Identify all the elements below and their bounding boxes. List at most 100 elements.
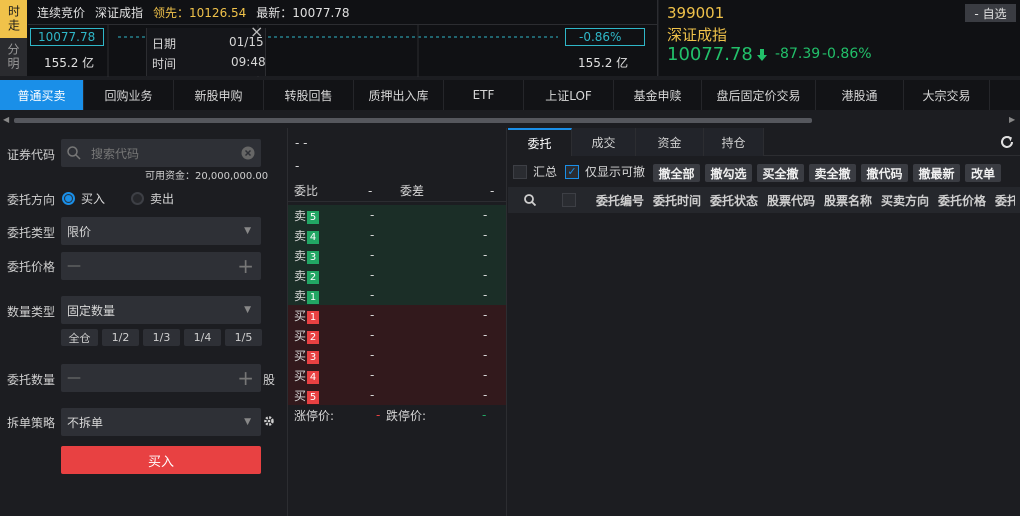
summary-checkbox[interactable] — [513, 164, 527, 179]
nav-block-trade[interactable]: 大宗交易 — [904, 80, 990, 110]
intraday-chart[interactable] — [28, 24, 658, 77]
modify-order-button[interactable]: 改单 — [965, 164, 1001, 182]
code-search-input[interactable]: 搜索代码 — [61, 139, 261, 167]
minus-icon[interactable]: — — [67, 370, 81, 386]
cancel-all-button[interactable]: 撤全部 — [653, 164, 700, 182]
ask-row[interactable]: 卖4-- — [288, 225, 506, 245]
radio-buy[interactable] — [62, 192, 75, 205]
qty-stepper[interactable]: — + — [61, 364, 261, 392]
fraction-fifth[interactable]: 1/5 — [225, 329, 262, 346]
col-order-status[interactable]: 委托状态 — [710, 192, 767, 209]
orders-tabs: 委托 成交 资金 持仓 — [508, 128, 764, 156]
level-volume: - — [483, 328, 488, 342]
level-badge: 5 — [307, 390, 320, 404]
direction-sell[interactable]: 卖出 — [131, 190, 174, 207]
minus-icon[interactable]: — — [67, 258, 81, 274]
price-change-pct: -0.86% — [822, 46, 872, 62]
cancel-code-button[interactable]: 撤代码 — [861, 164, 908, 182]
nav-etf[interactable]: ETF — [444, 80, 524, 110]
fraction-quarter[interactable]: 1/4 — [184, 329, 221, 346]
close-icon[interactable]: × — [250, 22, 263, 41]
select-all-checkbox[interactable] — [562, 193, 576, 207]
col-order-more[interactable]: 委托 — [995, 192, 1015, 209]
nav-ipo[interactable]: 新股申购 — [174, 80, 264, 110]
plus-icon[interactable]: + — [237, 366, 254, 390]
diff-value: - — [490, 183, 495, 198]
plus-icon[interactable]: + — [237, 254, 254, 278]
ask-row[interactable]: 卖3-- — [288, 245, 506, 265]
nav-after-hours[interactable]: 盘后固定价交易 — [702, 80, 816, 110]
tab-minute-detail[interactable]: 分明 — [0, 38, 27, 76]
level-volume: - — [483, 268, 488, 282]
ask-row[interactable]: 卖5-- — [288, 205, 506, 225]
col-order-id[interactable]: 委托编号 — [596, 192, 653, 209]
nav-lof[interactable]: 上证LOF — [524, 80, 614, 110]
summary-check[interactable]: 汇总 — [513, 163, 557, 180]
bid-row[interactable]: 买2-- — [288, 325, 506, 345]
nav-normal-trade[interactable]: 普通买卖 — [0, 80, 84, 110]
cancel-buys-button[interactable]: 买全撤 — [757, 164, 804, 182]
order-type-select[interactable]: 限价 ▼ — [61, 217, 261, 245]
cancel-checked-button[interactable]: 撤勾选 — [705, 164, 752, 182]
scrollbar-thumb[interactable] — [14, 118, 812, 123]
split-select[interactable]: 不拆单 ▼ — [61, 408, 261, 436]
fraction-full[interactable]: 全仓 — [61, 329, 98, 346]
nav-convert[interactable]: 转股回售 — [264, 80, 354, 110]
level-volume: - — [483, 308, 488, 322]
level-label: 买5 — [288, 387, 370, 404]
chart-pct-tag: -0.86% — [565, 28, 645, 46]
nav-repo[interactable]: 回购业务 — [84, 80, 174, 110]
radio-sell[interactable] — [131, 192, 144, 205]
level-volume: - — [483, 228, 488, 242]
level-label: 卖3 — [288, 247, 370, 264]
ask-row[interactable]: 卖2-- — [288, 265, 506, 285]
chevron-down-icon: ▼ — [244, 305, 251, 315]
tab-trades[interactable]: 成交 — [572, 128, 636, 156]
gear-icon[interactable] — [263, 415, 275, 427]
bid-row[interactable]: 买5-- — [288, 385, 506, 405]
nav-fund[interactable]: 基金申赎 — [614, 80, 702, 110]
bid-row[interactable]: 买1-- — [288, 305, 506, 325]
level-volume: - — [483, 348, 488, 362]
clear-icon[interactable] — [241, 146, 255, 160]
bid-row[interactable]: 买3-- — [288, 345, 506, 365]
watchlist-button[interactable]: - 自选 — [965, 4, 1016, 22]
buy-button[interactable]: 买入 — [61, 446, 261, 474]
nav-pledge[interactable]: 质押出入库 — [354, 80, 444, 110]
col-order-time[interactable]: 委托时间 — [653, 192, 710, 209]
tab-time-sharing[interactable]: 时走 — [0, 0, 27, 38]
qty-label: 委托数量 — [7, 373, 56, 387]
fraction-third[interactable]: 1/3 — [143, 329, 180, 346]
search-icon[interactable] — [524, 194, 536, 206]
tab-positions[interactable]: 持仓 — [704, 128, 764, 156]
sell-label: 卖出 — [150, 192, 175, 206]
cancel-latest-button[interactable]: 撤最新 — [913, 164, 960, 182]
scroll-left-icon[interactable]: ◀ — [3, 115, 9, 124]
market-mode: 连续竞价 — [37, 6, 86, 20]
col-order-price[interactable]: 委托价格 — [938, 192, 995, 209]
level-label: 卖5 — [288, 207, 370, 224]
price-stepper[interactable]: — + — [61, 252, 261, 280]
scroll-right-icon[interactable]: ▶ — [1009, 115, 1015, 124]
direction-buy[interactable]: 买入 — [62, 190, 105, 207]
tab-orders[interactable]: 委托 — [508, 128, 572, 156]
ask-row[interactable]: 卖1-- — [288, 285, 506, 305]
nav-hk-connect[interactable]: 港股通 — [816, 80, 904, 110]
col-stock-code[interactable]: 股票代码 — [767, 192, 824, 209]
qty-type-select[interactable]: 固定数量 ▼ — [61, 296, 261, 324]
limit-up-value: - — [376, 408, 381, 422]
level-badge: 2 — [307, 330, 320, 344]
col-direction[interactable]: 买卖方向 — [881, 192, 938, 209]
col-stock-name[interactable]: 股票名称 — [824, 192, 881, 209]
tooltip-date-label: 日期 — [152, 37, 177, 51]
fraction-half[interactable]: 1/2 — [102, 329, 139, 346]
cancel-sells-button[interactable]: 卖全撤 — [809, 164, 856, 182]
search-icon — [67, 146, 81, 160]
cancelable-checkbox[interactable]: ✓ — [565, 164, 579, 179]
tab-funds[interactable]: 资金 — [636, 128, 704, 156]
cancelable-check[interactable]: ✓ 仅显示可撤 — [565, 163, 645, 180]
level-price: - — [370, 328, 375, 342]
price-label: 委托价格 — [7, 260, 56, 274]
bid-row[interactable]: 买4-- — [288, 365, 506, 385]
refresh-icon[interactable] — [999, 134, 1015, 150]
